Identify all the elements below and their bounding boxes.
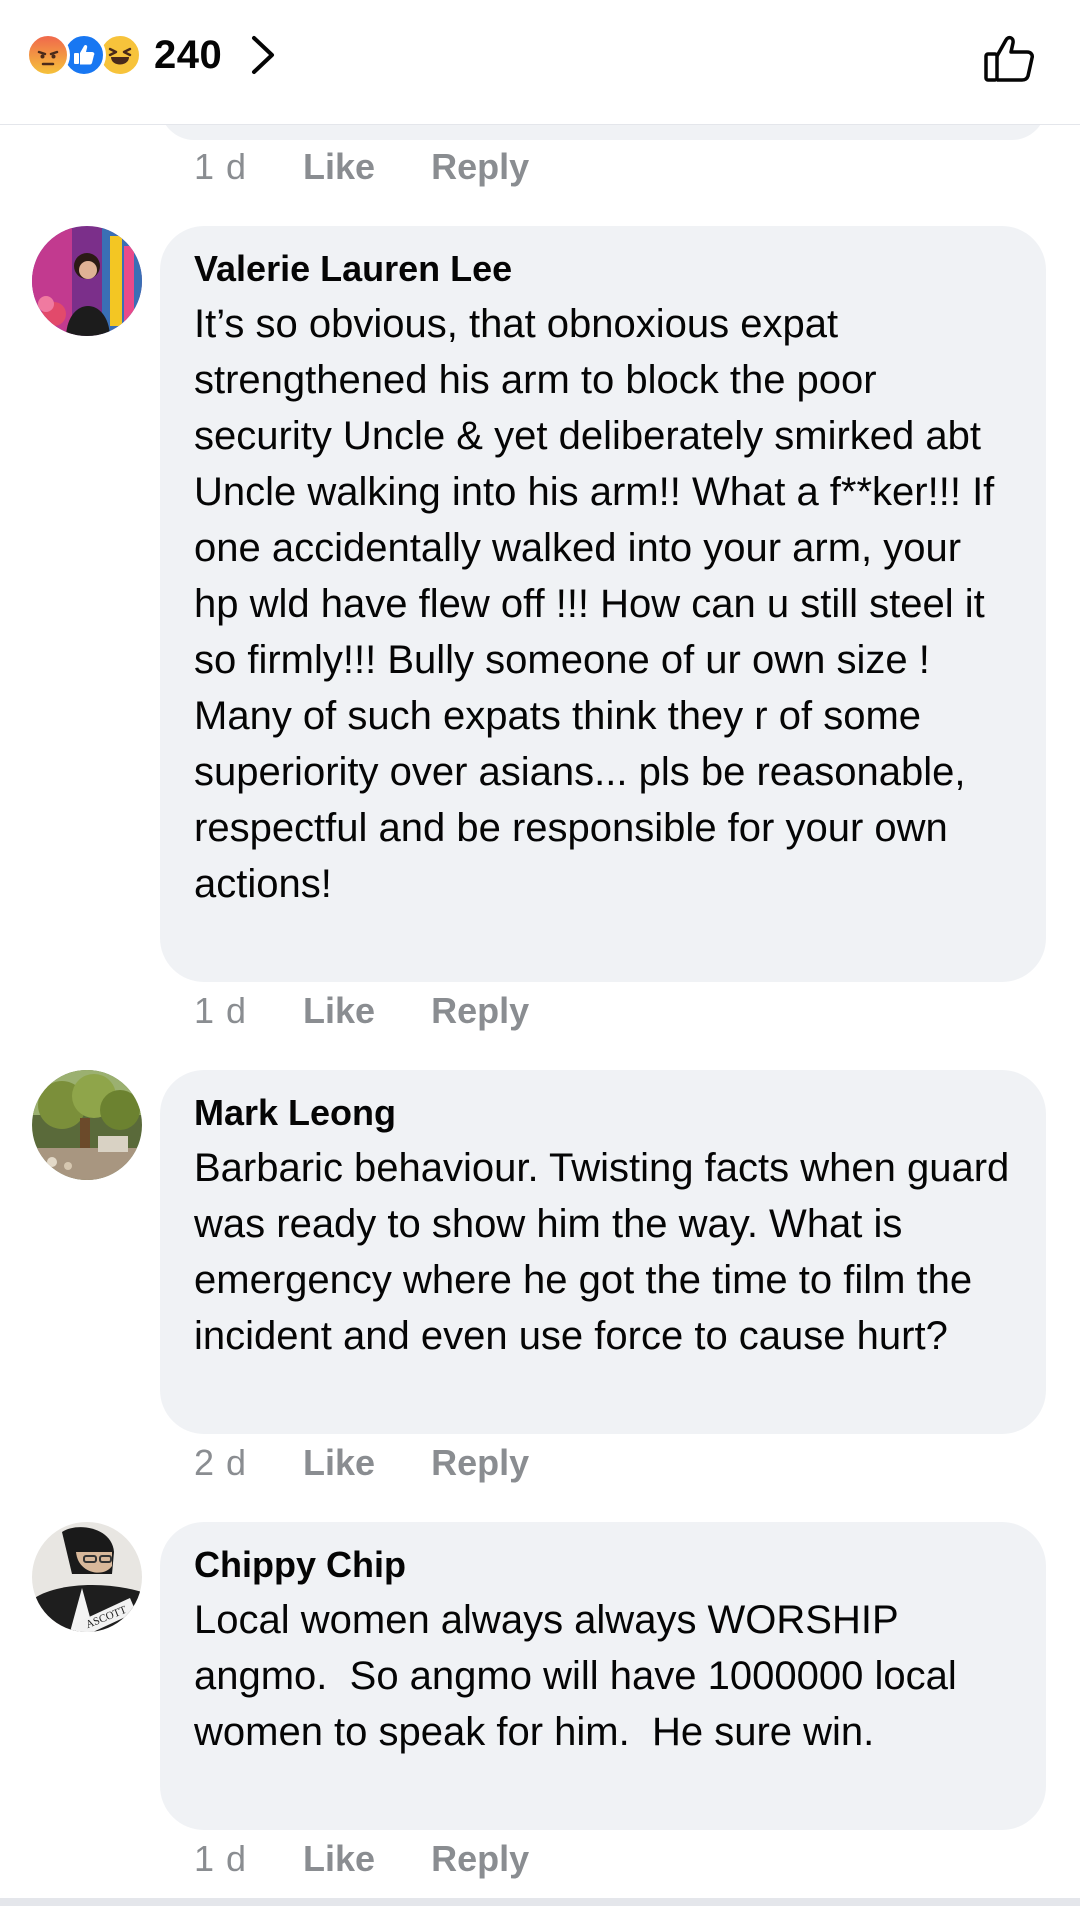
avatar[interactable] — [32, 1070, 142, 1180]
thumbs-up-outline-icon[interactable] — [982, 30, 1038, 86]
like-link[interactable]: Like — [303, 1838, 375, 1880]
comment-timestamp: 1 d — [194, 146, 248, 187]
comment-author[interactable]: Valerie Lauren Lee — [194, 246, 1012, 292]
like-link[interactable]: Like — [303, 1442, 375, 1484]
comment-author[interactable]: Mark Leong — [194, 1090, 1012, 1136]
reactions-header: 240 — [0, 0, 1080, 125]
reply-link[interactable]: Reply — [431, 990, 529, 1032]
avatar[interactable]: ASCOTT — [32, 1522, 142, 1632]
comment-actions: 1 d Like Reply — [194, 1838, 585, 1880]
comment-text: Local women always always WORSHIP angmo.… — [194, 1598, 968, 1754]
reactions-summary[interactable]: 240 — [26, 32, 282, 78]
comment-bubble: Valerie Lauren Lee It’s so obvious, that… — [160, 226, 1046, 982]
comment-bubble: Mark Leong Barbaric behaviour. Twisting … — [160, 1070, 1046, 1434]
reply-link[interactable]: Reply — [431, 146, 529, 188]
like-link[interactable]: Like — [303, 146, 375, 188]
chevron-right-icon[interactable] — [242, 32, 282, 78]
comment-text: It’s so obvious, that obnoxious expat st… — [194, 302, 1006, 906]
comment-bubble: Chippy Chip Local women always always WO… — [160, 1522, 1046, 1830]
comment-timestamp: 2 d — [194, 1442, 248, 1483]
comment-actions: 1 d Like Reply — [194, 990, 585, 1032]
reply-link[interactable]: Reply — [431, 1442, 529, 1484]
reaction-count: 240 — [154, 32, 223, 77]
comment-text: Barbaric behaviour. Twisting facts when … — [194, 1146, 1021, 1358]
like-link[interactable]: Like — [303, 990, 375, 1032]
previous-comment-actions: 1 d Like Reply — [194, 146, 585, 188]
reply-link[interactable]: Reply — [431, 1838, 529, 1880]
comment-timestamp: 1 d — [194, 990, 248, 1031]
bottom-divider — [0, 1898, 1080, 1906]
comment-actions: 2 d Like Reply — [194, 1442, 585, 1484]
avatar[interactable] — [32, 226, 142, 336]
comment-author[interactable]: Chippy Chip — [194, 1542, 1012, 1588]
angry-icon — [26, 33, 70, 77]
comment-timestamp: 1 d — [194, 1838, 248, 1879]
